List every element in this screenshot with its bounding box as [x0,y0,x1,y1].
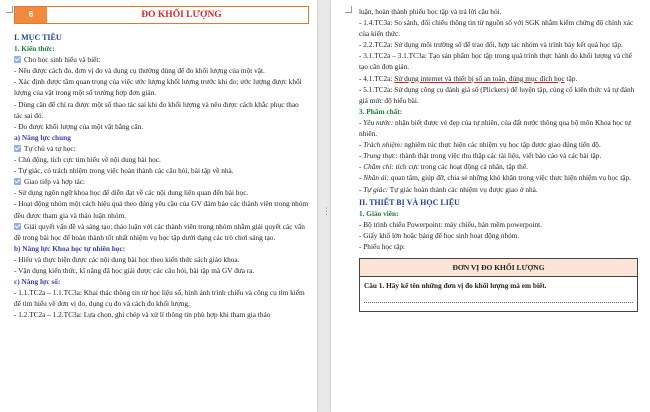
paragraph: - Dùng cân để chỉ ra được một số thao tá… [14,99,299,120]
lesson-header: 6 ĐO KHỐI LƯỢNG [14,6,309,24]
paragraph: - 1.4.TC3a: So sánh, đối chiếu thông tin… [359,18,634,39]
sub-heading: 3. Phẩm chất: [359,106,403,116]
quality-item: - Trách nhiệm: nghiêm túc thực hiện các … [359,140,601,150]
paragraph: - 1.1.TC2a – 1.1.TC3a: Khai thác thông t… [14,288,305,309]
paragraph: - Xác định được tầm quan trọng của việc … [14,77,302,98]
paragraph: - Vận dụng kiến thức, kĩ năng đã học giả… [14,265,255,275]
paragraph: - Sử dụng ngôn ngữ khoa học để diễn đạt … [14,188,249,198]
checkbox-icon [14,222,21,230]
paragraph: - Phiếu học tập: [359,241,406,251]
paragraph: - Bộ trình chiếu Powerpoint: máy chiếu, … [359,219,542,229]
checkbox-icon [14,144,21,152]
checklist-item: Giải quyết vấn đề và sáng tạo: thảo luận… [14,221,305,242]
sub-heading: 1. Giáo viên: [359,208,399,218]
table-body: Câu 1. Hãy kể tên những đơn vị đo khối l… [360,277,637,311]
quality-item: - Nhân ái: quan tâm, giúp đỡ, chia sẻ nh… [359,173,631,183]
sub-heading: b) Năng lực Khoa học tự nhiên học: [14,243,126,253]
paragraph: - Giấy khổ lớn hoặc bảng để học sinh hoạ… [359,230,520,240]
table-header: ĐƠN VỊ ĐO KHỐI LƯỢNG [360,259,637,278]
paragraph: - Tự giác, có trách nhiệm trong việc hoà… [14,166,234,176]
quality-item: - Tự giác: Tự giác hoàn thành các nhiệm … [359,184,538,194]
lesson-number: 6 [15,7,47,23]
paragraph: - Chủ động, tích cực tìm hiểu về nội dun… [14,155,161,165]
checklist-item: Cho học sinh hiểu và biết: [14,54,309,65]
paragraph: luận, hoàn thành phiếu học tập và trả lờ… [359,7,502,16]
sub-heading: 1. Kiến thức: [14,44,55,54]
paragraph: - 1.2.TC2a – 1.2.TC3a: Lựa chọn, ghi ché… [14,310,271,320]
checklist-item: Tự chủ và tự học: [14,143,309,154]
paragraph: - Hiểu và thực hiện được các nội dung bà… [14,254,240,264]
paragraph: - 4.1.TC2a: Sử dụng internet và thiết bị… [359,73,578,83]
answer-line [364,293,633,304]
section-heading: II. THIẾT BỊ VÀ HỌC LIỆU [359,197,460,207]
lesson-title: ĐO KHỐI LƯỢNG [141,10,222,20]
checkbox-icon [14,178,21,186]
checklist-item: Giao tiếp và hợp tác: [14,176,309,187]
paragraph: - Nêu được cách đo, đơn vị đo và dụng cụ… [14,66,265,76]
quality-item: - Chăm chỉ: tích cực trong các hoạt động… [359,162,528,172]
table-question: Câu 1. Hãy kể tên những đơn vị đo khối l… [364,281,547,291]
page-right-content: luận, hoàn thành phiếu học tập và trả lờ… [359,0,638,313]
margin-mark [345,6,352,13]
paragraph: - 3.1.TC2a – 3.1.TC3a: Tạo sản phẩm học … [359,51,633,72]
document-viewer: 6 ĐO KHỐI LƯỢNG I. MỤC TIÊU 1. Kiến thức… [0,0,650,412]
section-heading: I. MỤC TIÊU [14,33,62,42]
sub-heading: c) Năng lực số: [14,277,61,287]
margin-mark [6,6,13,13]
sub-heading: a) Năng lực chung [14,132,71,142]
page-right: luận, hoàn thành phiếu học tập và trả lờ… [331,0,650,412]
quality-item: - Yêu nước: nhận biết được vẻ đẹp của tự… [359,117,631,139]
page-gap [319,0,329,412]
worksheet-table: ĐƠN VỊ ĐO KHỐI LƯỢNG Câu 1. Hãy kể tên n… [359,258,638,313]
page-left: 6 ĐO KHỐI LƯỢNG I. MỤC TIÊU 1. Kiến thức… [0,0,317,412]
paragraph: - 5.1.TC2a: Sử dụng công cụ đánh giá số … [359,84,635,105]
underlined-text: Sử dụng internet và thiết bị số an toàn,… [394,73,565,83]
paragraph: - Đo được khối lượng của một vật bằng câ… [14,121,144,131]
page-left-content: 6 ĐO KHỐI LƯỢNG I. MỤC TIÊU 1. Kiến thức… [14,0,309,320]
paragraph: - Hoạt động nhóm một cách hiệu quả theo … [14,199,309,220]
paragraph: - 2.2.TC2a: Sử dụng môi trường số để tra… [359,40,623,50]
quality-item: - Trung thực: thành thật trong việc thu … [359,151,602,161]
checkbox-icon [14,56,21,64]
